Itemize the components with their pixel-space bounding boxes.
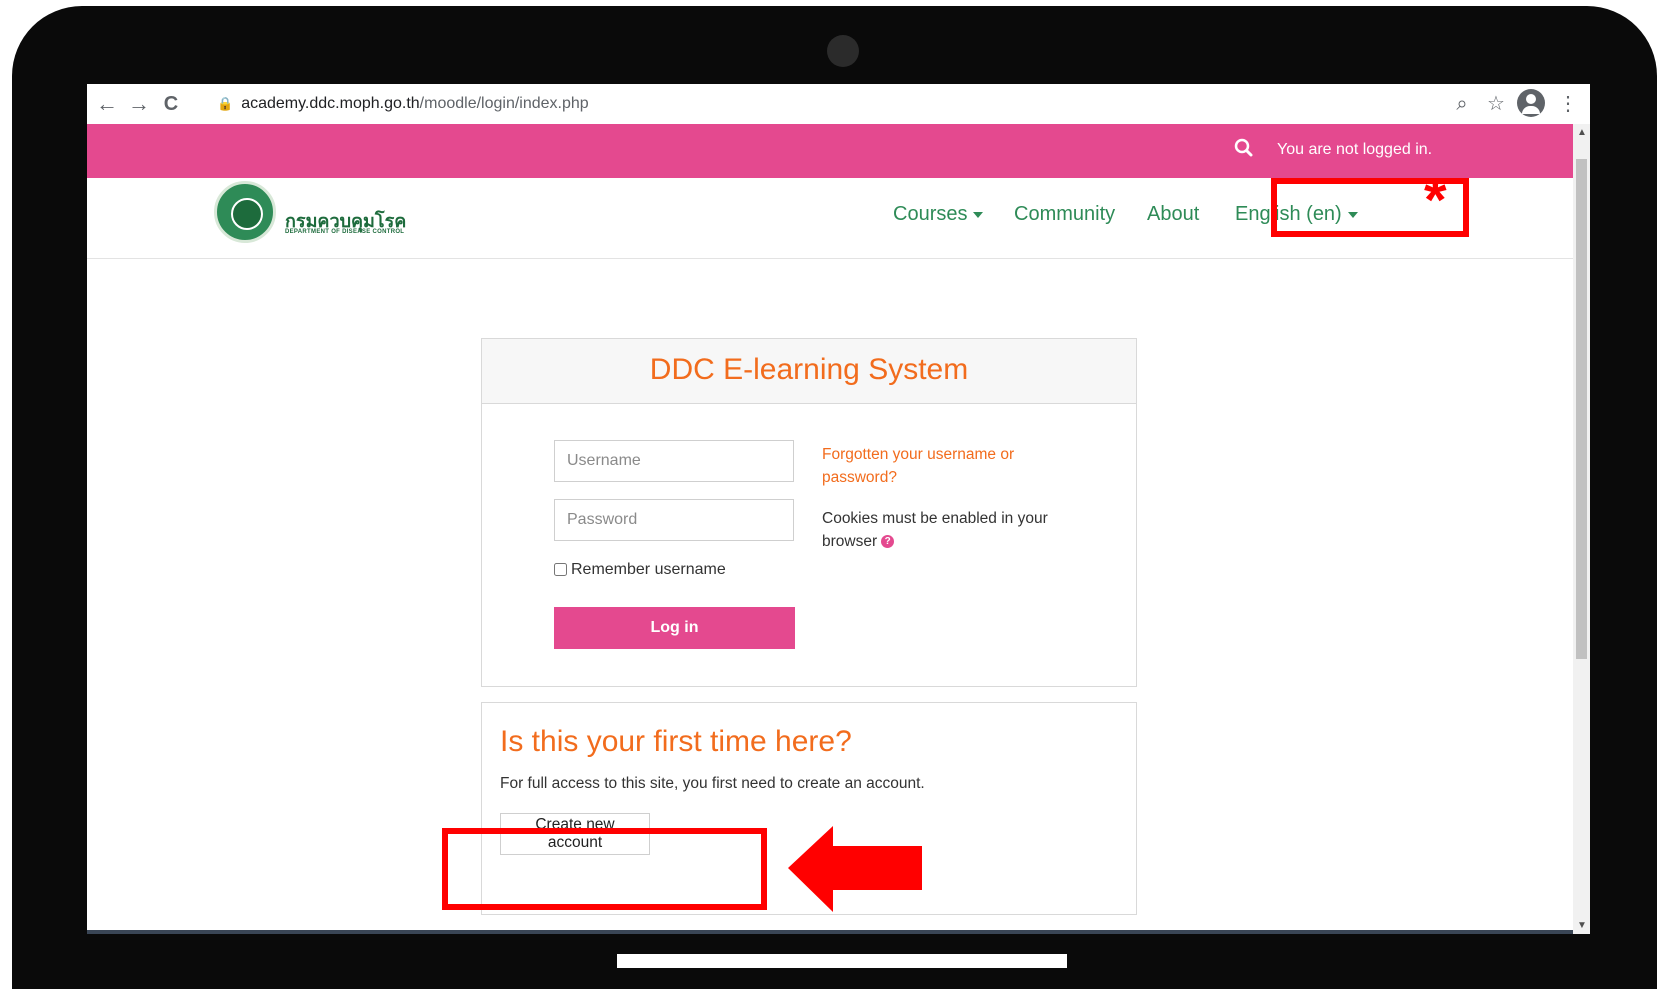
url-domain: academy.ddc.moph.go.th [241,95,420,112]
create-account-highlight-box [442,828,767,910]
device-home-bar [617,954,1067,968]
page-bottom-edge [87,930,1573,934]
page-scrollbar[interactable]: ▲ ▼ [1573,124,1590,934]
bookmark-star-icon[interactable]: ☆ [1482,90,1510,118]
forward-icon[interactable]: → [125,90,153,118]
logo-subtext: DEPARTMENT OF DISEASE CONTROL [285,229,405,235]
cookies-notice: Cookies must be enabled in your browser? [822,507,1062,553]
left-arrow-icon [788,826,922,912]
scroll-down-icon[interactable]: ▼ [1577,920,1587,931]
login-card-header: DDC E-learning System [482,339,1136,404]
ddc-logo-emblem[interactable] [214,181,276,243]
reload-icon[interactable]: C [157,90,185,118]
browser-toolbar: ← → C 🔒 academy.ddc.moph.go.th/moodle/log… [87,84,1590,125]
search-icon[interactable] [1232,136,1256,160]
signup-title: Is this your first time here? [500,725,852,758]
remember-username[interactable]: Remember username [554,561,726,579]
remember-checkbox[interactable] [554,563,567,577]
login-status-text: You are not logged in. [1277,141,1433,158]
caret-down-icon [973,211,984,218]
browser-menu-icon[interactable]: ⋮ [1554,90,1582,118]
lock-icon: 🔒 [217,96,234,111]
login-card: DDC E-learning System Remember username … [481,338,1137,687]
back-icon[interactable]: ← [93,90,121,118]
camera-dot [827,35,859,67]
nav-about[interactable]: About [1147,203,1199,226]
login-title: DDC E-learning System [649,353,969,386]
nav-courses-label: Courses [893,203,968,225]
login-button[interactable]: Log in [554,607,795,649]
help-icon[interactable]: ? [881,535,895,549]
password-field[interactable] [554,499,794,541]
scroll-up-icon[interactable]: ▲ [1577,127,1587,138]
url-path: /moodle/login/index.php [419,95,589,112]
nav-courses[interactable]: Courses [893,203,984,226]
forgot-password-link[interactable]: Forgotten your username or password? [822,443,1052,489]
username-field[interactable] [554,440,794,482]
cookies-text: Cookies must be enabled in your browser [822,510,1048,550]
address-bar[interactable]: 🔒 academy.ddc.moph.go.th/moodle/login/ind… [217,90,589,118]
asterisk-marker: * [1424,168,1447,233]
remember-label: Remember username [571,561,726,578]
signup-description: For full access to this site, you first … [500,775,925,792]
nav-community[interactable]: Community [1014,203,1115,226]
zoom-icon[interactable]: ⌕ [1448,90,1476,118]
site-topbar: You are not logged in. [87,124,1573,178]
scroll-thumb[interactable] [1576,159,1587,659]
profile-avatar-icon[interactable] [1517,89,1545,117]
